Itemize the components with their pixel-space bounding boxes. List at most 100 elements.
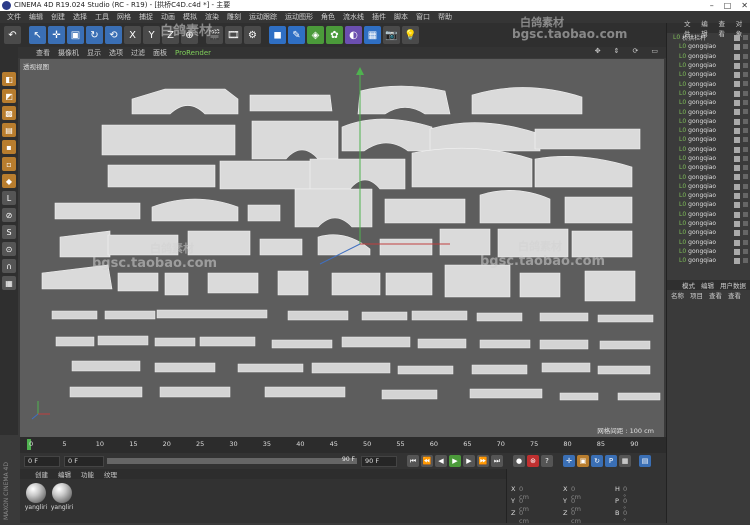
object-list-item[interactable]: L0 gongqiao <box>667 238 750 247</box>
deformer-icon[interactable]: ◐ <box>345 26 362 44</box>
light-icon[interactable]: 💡 <box>402 26 419 44</box>
next-key-icon[interactable]: ⏩ <box>477 455 489 467</box>
object-list-item[interactable]: L0 gongqiao <box>667 154 750 163</box>
object-list-item[interactable]: L0 gongqiao <box>667 182 750 191</box>
render-toggle[interactable] <box>743 146 748 152</box>
view-menu-view[interactable]: 查看 <box>32 48 54 58</box>
object-list-item[interactable]: L0 gongqiao <box>667 200 750 209</box>
render-toggle[interactable] <box>743 81 748 87</box>
frame-range-slider[interactable]: 90 F <box>107 456 357 464</box>
record-keys-icon[interactable]: ● <box>513 455 525 467</box>
material-swatch[interactable]: yangliri <box>24 483 48 523</box>
render-toggle[interactable] <box>743 100 748 106</box>
render-toggle[interactable] <box>743 248 748 254</box>
visibility-toggle[interactable] <box>734 248 740 255</box>
render-toggle[interactable] <box>743 193 748 199</box>
view-menu-options[interactable]: 选项 <box>105 48 127 58</box>
mat-menu-function[interactable]: 功能 <box>76 469 99 479</box>
render-toggle[interactable] <box>743 174 748 180</box>
visibility-toggle[interactable] <box>734 239 740 246</box>
subdivision-icon[interactable]: ◈ <box>307 26 324 44</box>
tweak-icon[interactable]: ⊘ <box>2 208 16 222</box>
autokey-icon[interactable]: ⊛ <box>527 455 539 467</box>
object-list-item[interactable]: L0 gongqiao <box>667 117 750 126</box>
visibility-toggle[interactable] <box>734 100 740 107</box>
view-menu-prorender[interactable]: ProRender <box>171 49 215 57</box>
object-group-item[interactable]: L0 桥拱栏杆 <box>667 33 750 42</box>
start-frame-field[interactable]: 0 F <box>24 455 60 467</box>
visibility-toggle[interactable] <box>734 183 740 190</box>
menu-window[interactable]: 窗口 <box>412 12 434 22</box>
grid-plane-icon[interactable]: ▦ <box>2 276 16 290</box>
object-list-item[interactable]: L0 gongqiao <box>667 42 750 51</box>
edges-mode-icon[interactable]: ▫ <box>2 157 16 171</box>
view-menu-filter[interactable]: 过滤 <box>127 48 149 58</box>
render-toggle[interactable] <box>743 220 748 226</box>
minimize-button[interactable]: – <box>710 0 714 11</box>
render-toggle[interactable] <box>743 239 748 245</box>
object-list-item[interactable]: L0 gongqiao <box>667 163 750 172</box>
render-toggle[interactable] <box>743 137 748 143</box>
render-settings-icon[interactable]: ⚙ <box>244 26 261 44</box>
object-list-item[interactable]: L0 gongqiao <box>667 98 750 107</box>
camera-icon[interactable]: 📷 <box>383 26 400 44</box>
render-toggle[interactable] <box>743 230 748 236</box>
visibility-toggle[interactable] <box>734 35 740 41</box>
menu-pipeline[interactable]: 流水线 <box>339 12 368 22</box>
goto-start-icon[interactable]: ⏮ <box>407 455 419 467</box>
visibility-toggle[interactable] <box>734 211 740 218</box>
rotation-track-icon[interactable]: ↻ <box>591 455 603 467</box>
attr-view-col[interactable]: 查看 <box>709 290 722 300</box>
menu-script[interactable]: 脚本 <box>390 12 412 22</box>
select-arrow-icon[interactable]: ↖ <box>29 26 46 44</box>
object-list-item[interactable]: L0 gongqiao <box>667 89 750 98</box>
pan-icon[interactable]: ✥ <box>591 47 605 55</box>
view-menu-panel[interactable]: 面板 <box>149 48 171 58</box>
visibility-toggle[interactable] <box>734 165 740 172</box>
render-toggle[interactable] <box>743 183 748 189</box>
object-list-item[interactable]: L0 gongqiao <box>667 228 750 237</box>
menu-snap[interactable]: 捕捉 <box>135 12 157 22</box>
goto-end-icon[interactable]: ⏭ <box>491 455 503 467</box>
object-list-item[interactable]: L0 gongqiao <box>667 61 750 70</box>
visibility-toggle[interactable] <box>734 62 740 69</box>
visibility-toggle[interactable] <box>734 202 740 209</box>
workplane-icon[interactable]: ▤ <box>2 123 16 137</box>
render-toggle[interactable] <box>743 53 748 59</box>
menu-tools[interactable]: 工具 <box>91 12 113 22</box>
undo-icon[interactable]: ↶ <box>4 26 21 44</box>
end-frame-field[interactable]: 90 F <box>361 455 397 467</box>
floor-icon[interactable]: ▦ <box>364 26 381 44</box>
material-swatch[interactable]: yangliri <box>50 483 74 523</box>
render-toggle[interactable] <box>743 109 748 115</box>
recent-tools-icon[interactable]: ⟲ <box>105 26 122 44</box>
render-toggle[interactable] <box>743 44 748 50</box>
make-editable-icon[interactable]: ◧ <box>2 72 16 86</box>
render-toggle[interactable] <box>743 211 748 217</box>
render-toggle[interactable] <box>743 258 748 264</box>
visibility-toggle[interactable] <box>734 137 740 144</box>
prev-key-icon[interactable]: ⏪ <box>421 455 433 467</box>
visibility-toggle[interactable] <box>734 90 740 97</box>
model-mode-icon[interactable]: ◩ <box>2 89 16 103</box>
prev-frame-icon[interactable]: ◀ <box>435 455 447 467</box>
y-axis-icon[interactable]: Y <box>143 26 160 44</box>
visibility-toggle[interactable] <box>734 174 740 181</box>
cube-icon[interactable]: ◼ <box>269 26 286 44</box>
menu-sculpt[interactable]: 雕刻 <box>223 12 245 22</box>
object-list-item[interactable]: L0 gongqiao <box>667 247 750 256</box>
object-list-item[interactable]: L0 gongqiao <box>667 135 750 144</box>
visibility-toggle[interactable] <box>734 81 740 88</box>
menu-select[interactable]: 选择 <box>69 12 91 22</box>
current-frame-field[interactable]: 0 F <box>64 455 104 467</box>
view-menu-cameras[interactable]: 摄像机 <box>54 48 83 58</box>
play-icon[interactable]: ▶ <box>449 455 461 467</box>
visibility-toggle[interactable] <box>734 220 740 227</box>
menu-character[interactable]: 角色 <box>317 12 339 22</box>
mat-menu-create[interactable]: 创建 <box>30 469 53 479</box>
render-picture-viewer-icon[interactable]: 🎞 <box>225 26 242 44</box>
view-menu-display[interactable]: 显示 <box>83 48 105 58</box>
points-mode-icon[interactable]: ▪ <box>2 140 16 154</box>
pen-spline-icon[interactable]: ✎ <box>288 26 305 44</box>
object-list-item[interactable]: L0 gongqiao <box>667 126 750 135</box>
